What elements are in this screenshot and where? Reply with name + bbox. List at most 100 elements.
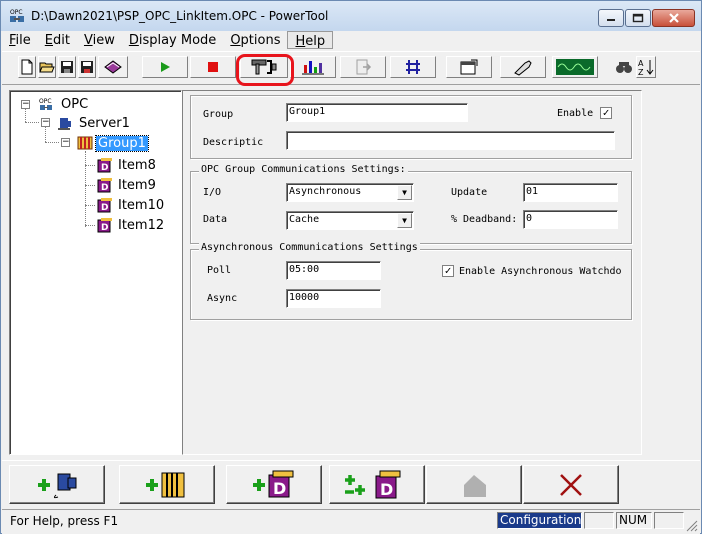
enable-label: Enable (557, 108, 594, 119)
item-icon: D (97, 218, 112, 233)
svg-text:D: D (101, 163, 108, 173)
group-name-field[interactable]: Group1 (286, 103, 468, 122)
settings-book-icon[interactable] (98, 56, 128, 78)
poll-label: Poll (207, 265, 232, 276)
minimize-icon[interactable] (598, 9, 624, 27)
tree-node-item9[interactable]: Item9 (116, 178, 158, 194)
tree-view[interactable]: − OPC OPC − Server1 − Group1 D Item8 D I… (9, 90, 182, 455)
menu-file-label: ile (15, 33, 31, 48)
collapse-icon[interactable]: − (61, 138, 70, 147)
menu-edit[interactable]: Edit (38, 31, 77, 50)
menu-edit-mnemonic: E (44, 33, 53, 48)
run-icon[interactable] (142, 56, 188, 78)
group-properties-panel: Group Group1 Enable ✓ Descriptic OPC Gro… (182, 90, 642, 455)
tree-node-item12-label: Item12 (118, 218, 165, 233)
menu-options[interactable]: Options (223, 31, 287, 50)
bottom-action-bar: D D (2, 460, 700, 509)
add-group-icon (146, 472, 185, 497)
chevron-down-icon[interactable]: ▼ (397, 185, 412, 200)
new-icon[interactable] (18, 56, 36, 78)
open-icon[interactable] (38, 56, 56, 78)
collapse-icon[interactable]: − (21, 100, 30, 109)
poll-field[interactable]: 05:00 (286, 261, 381, 280)
opc-app-icon: OPC (10, 9, 24, 22)
resize-grip-icon[interactable] (686, 520, 698, 532)
tree-node-group[interactable]: Group1 (95, 135, 149, 152)
status-mode: Configuration (497, 512, 582, 529)
add-server-button[interactable] (9, 465, 105, 504)
maximize-icon[interactable] (625, 9, 651, 27)
svg-text:D: D (273, 479, 286, 498)
async-label: Async (207, 293, 238, 304)
tree-node-item8[interactable]: Item8 (116, 158, 158, 174)
tree-node-item9-label: Item9 (118, 178, 156, 193)
tree-node-item8-label: Item8 (118, 158, 156, 173)
delete-icon (560, 473, 582, 496)
save-icon[interactable] (58, 56, 76, 78)
data-source-select[interactable]: Cache ▼ (286, 211, 414, 230)
highlight-annotation (236, 54, 294, 86)
menu-help-mnemonic: H (295, 34, 306, 49)
tree-node-opc[interactable]: OPC (59, 97, 90, 113)
disabled-button[interactable] (426, 465, 522, 504)
menu-file[interactable]: File (2, 31, 38, 50)
properties-icon[interactable] (446, 56, 492, 78)
tree-node-group-label: Group1 (95, 135, 149, 152)
status-empty-pane (584, 512, 614, 529)
update-rate-field[interactable]: 01 (523, 183, 618, 202)
io-label: I/O (203, 187, 222, 198)
tree-node-item10-label: Item10 (118, 198, 165, 213)
menu-view[interactable]: View (77, 31, 122, 50)
menu-help[interactable]: Help (287, 31, 334, 49)
delete-button[interactable] (523, 465, 619, 504)
async-timeout-field[interactable]: 10000 (286, 289, 381, 308)
deadband-field[interactable]: 0 (523, 210, 618, 229)
add-item-icon: D (253, 470, 294, 498)
tree-node-server[interactable]: Server1 (77, 116, 132, 132)
add-multiple-items-icon: D (345, 470, 401, 499)
menu-display-mode-label: isplay Mode (138, 33, 217, 48)
add-item-button[interactable]: D (226, 465, 322, 504)
description-field[interactable] (286, 131, 615, 150)
add-multiple-items-button[interactable]: D (329, 465, 425, 504)
stop-icon[interactable] (190, 56, 236, 78)
status-empty-pane (654, 512, 684, 529)
collapse-icon[interactable]: − (41, 118, 50, 127)
waveform-icon[interactable] (552, 56, 598, 78)
menu-edit-label: dit (53, 33, 70, 48)
tool-icon[interactable] (500, 56, 546, 78)
update-label: Update (451, 187, 488, 198)
watchdog-checkbox[interactable]: ✓ (442, 265, 454, 277)
network-icon[interactable] (390, 56, 436, 78)
data-source-value: Cache (289, 214, 320, 225)
tree-node-item10[interactable]: Item10 (116, 198, 166, 214)
app-window: OPC D:\Dawn2021\PSP_OPC_LinkItem.OPC - P… (0, 0, 702, 534)
io-select[interactable]: Asynchronous ▼ (286, 183, 414, 202)
item-icon: D (97, 198, 112, 213)
status-help-text: For Help, press F1 (10, 514, 119, 528)
disabled-icon (464, 474, 486, 497)
enable-checkbox[interactable]: ✓ (600, 107, 612, 119)
tree-node-item12[interactable]: Item12 (116, 218, 166, 234)
opc-root-icon: OPC (39, 98, 52, 110)
comm-settings-title: OPC Group Communications Settings: (199, 164, 408, 175)
save-as-icon[interactable] (78, 56, 96, 78)
menu-view-label: iew (92, 33, 115, 48)
menu-display-mode[interactable]: Display Mode (122, 31, 223, 50)
add-group-button[interactable] (119, 465, 215, 504)
tree-node-server-label: Server1 (79, 116, 130, 131)
group-icon (77, 136, 93, 150)
chart-icon[interactable] (290, 56, 336, 78)
svg-text:OPC: OPC (10, 9, 23, 16)
export-icon[interactable] (340, 56, 386, 78)
svg-text:D: D (101, 223, 108, 233)
add-server-icon (38, 473, 77, 498)
status-bar: For Help, press F1 Configuration NUM (2, 509, 700, 534)
chevron-down-icon[interactable]: ▼ (397, 213, 412, 228)
svg-text:D: D (380, 480, 393, 499)
async-settings-title: Asynchronous Communications Settings (199, 242, 420, 253)
close-icon[interactable] (652, 9, 695, 27)
svg-text:D: D (101, 203, 108, 213)
sort-icon[interactable]: AZ (636, 56, 656, 78)
find-icon[interactable] (614, 56, 634, 78)
